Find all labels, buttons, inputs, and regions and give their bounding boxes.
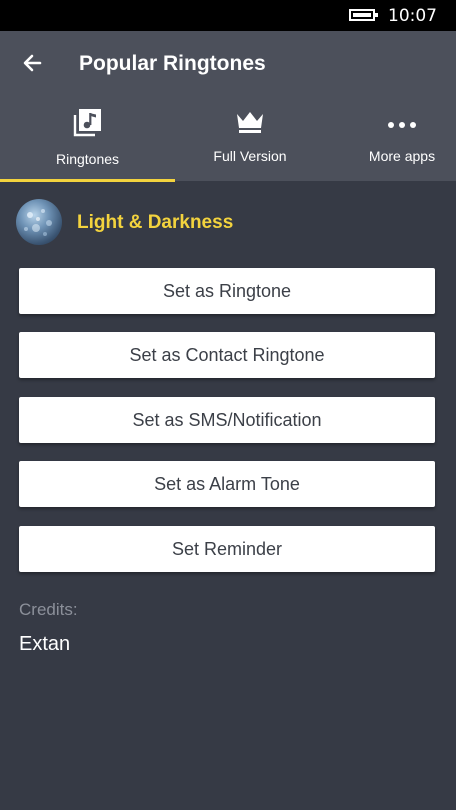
song-header: Light & Darkness [16,199,456,245]
set-as-sms-notification-button[interactable]: Set as SMS/Notification [19,397,435,443]
back-arrow-icon[interactable] [22,52,44,74]
tab-ringtones[interactable]: Ringtones [40,106,135,181]
set-as-ringtone-button[interactable]: Set as Ringtone [19,268,435,314]
tab-label: More apps [368,148,436,164]
song-thumbnail [16,199,62,245]
selected-tab-indicator [0,179,175,182]
set-as-contact-ringtone-button[interactable]: Set as Contact Ringtone [19,332,435,378]
song-title: Light & Darkness [77,212,234,233]
set-reminder-button[interactable]: Set Reminder [19,526,435,572]
battery-icon [349,9,378,21]
tab-more-apps[interactable]: More apps [352,106,452,181]
more-dots-icon [352,106,452,142]
status-time: 10:07 [388,6,437,26]
crown-icon [200,106,300,142]
tab-label: Ringtones [55,151,120,167]
tab-full-version[interactable]: Full Version [200,106,300,181]
status-bar: 10:07 [0,0,456,31]
tab-label: Full Version [213,148,287,164]
music-library-icon [40,106,135,142]
set-as-alarm-tone-button[interactable]: Set as Alarm Tone [19,461,435,507]
credits-label: Credits: [19,600,78,619]
credits-value: Extan [19,633,71,655]
page-title: Popular Ringtones [79,52,266,75]
